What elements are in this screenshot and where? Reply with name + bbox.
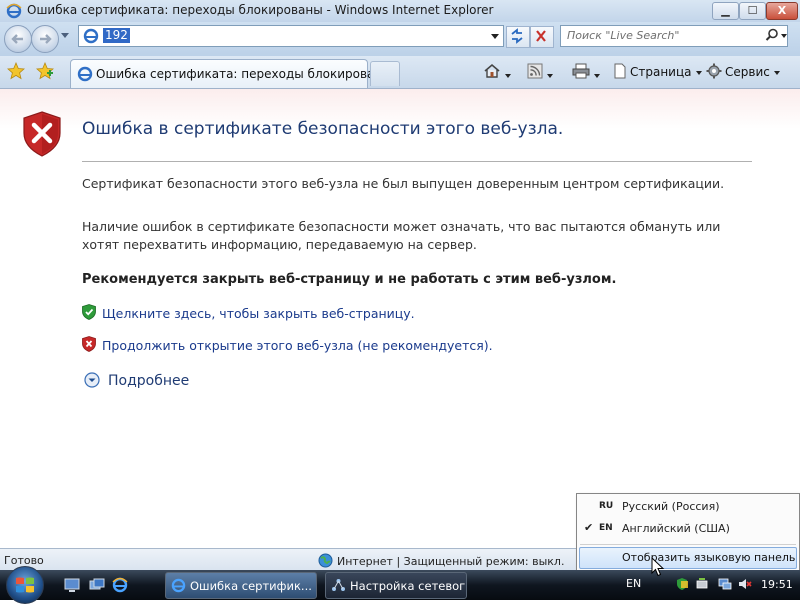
page-content: Ошибка в сертификате безопасности этого … (0, 89, 800, 548)
gear-icon (706, 63, 722, 79)
tools-menu-label: Сервис (725, 65, 770, 79)
feeds-icon (527, 63, 543, 79)
globe-icon (318, 553, 333, 568)
search-icon[interactable] (765, 28, 779, 42)
language-code: RU (599, 501, 614, 511)
internet-explorer-icon[interactable] (112, 577, 128, 593)
stop-icon (536, 30, 546, 42)
refresh-icon (511, 28, 523, 44)
green-shield-check-icon (82, 304, 96, 320)
page-title: Ошибка в сертификате безопасности этого … (82, 119, 564, 139)
window-title: Ошибка сертификата: переходы блокированы… (27, 3, 494, 17)
ie-icon (171, 578, 186, 593)
page-menu[interactable]: Страница (613, 63, 702, 81)
language-indicator[interactable]: EN (626, 577, 641, 590)
more-info-link[interactable]: Подробнее (84, 372, 189, 389)
address-row: 192 Поиск "Live Search" (0, 22, 800, 56)
tab-ie-icon (77, 66, 93, 82)
show-desktop-icon[interactable] (64, 577, 80, 593)
home-button[interactable] (483, 63, 511, 81)
more-info-label[interactable]: Подробнее (108, 373, 189, 389)
language-name: Русский (Россия) (622, 500, 720, 513)
page-menu-label: Страница (630, 65, 692, 79)
page-ie-icon (83, 28, 99, 44)
feeds-button[interactable] (527, 63, 553, 81)
mouse-cursor-icon (651, 557, 665, 577)
taskbar-item-network[interactable]: Настройка сетевог... (325, 572, 467, 599)
tab-label: Ошибка сертификата: переходы блокированы (96, 67, 392, 81)
continue-site-link-text[interactable]: Продолжить открытие этого веб-узла (не р… (102, 338, 493, 353)
address-bar[interactable]: 192 (78, 25, 504, 47)
address-dropdown[interactable] (491, 34, 499, 39)
search-options-dropdown[interactable] (781, 34, 787, 38)
tools-dropdown[interactable] (773, 70, 780, 75)
language-code: EN (599, 523, 613, 533)
switch-windows-icon[interactable] (89, 577, 105, 593)
language-item-en[interactable]: ✔ EN Английский (США) (577, 518, 799, 540)
tab-row: Ошибка сертификата: переходы блокированы… (0, 56, 800, 89)
print-dropdown[interactable] (594, 73, 600, 78)
close-window-button[interactable]: X (766, 2, 798, 20)
taskbar-item-label: Настройка сетевог... (350, 579, 467, 593)
forward-arrow-icon (40, 34, 52, 44)
taskbar-item-ie[interactable]: Ошибка сертифик... (165, 572, 317, 599)
new-tab-button[interactable] (370, 61, 400, 86)
language-item-ru[interactable]: RU Русский (Россия) (577, 496, 799, 518)
maximize-button[interactable]: ☐ (739, 2, 766, 20)
tab-certificate-error[interactable]: Ошибка сертификата: переходы блокированы (70, 59, 392, 88)
address-input[interactable]: 192 (103, 28, 130, 43)
recommendation-text: Рекомендуется закрыть веб-страницу и не … (82, 272, 617, 287)
continue-site-link[interactable]: Продолжить открытие этого веб-узла (не р… (82, 336, 493, 353)
title-divider (82, 161, 752, 162)
network-status-icon[interactable] (718, 577, 732, 591)
error-shield-icon (23, 111, 61, 157)
warning-paragraph: Наличие ошибок в сертификате безопасност… (82, 219, 721, 252)
print-button[interactable] (572, 63, 600, 81)
back-arrow-icon (11, 34, 23, 44)
show-language-bar-label: Отобразить языковую панель (622, 551, 796, 564)
add-favorite-icon[interactable] (36, 62, 54, 80)
red-shield-x-icon (82, 336, 96, 352)
chevron-down-circle-icon (84, 372, 100, 388)
forward-button[interactable] (31, 25, 59, 53)
back-button[interactable] (4, 25, 32, 53)
clock[interactable]: 19:51 (761, 578, 793, 591)
taskbar-item-label: Ошибка сертифик... (190, 579, 312, 593)
security-center-icon[interactable] (675, 577, 689, 591)
close-page-link[interactable]: Щелкните здесь, чтобы закрыть веб-страни… (82, 304, 415, 321)
search-box[interactable]: Поиск "Live Search" (560, 25, 788, 47)
ie-icon (6, 3, 22, 19)
taskbar: Ошибка сертифик... Настройка сетевог... … (0, 566, 800, 604)
home-icon (484, 63, 500, 78)
volume-muted-icon[interactable] (738, 577, 752, 591)
home-dropdown[interactable] (505, 73, 511, 78)
safely-remove-icon[interactable] (695, 577, 709, 591)
security-zone[interactable]: Интернет | Защищенный режим: выкл. (318, 553, 564, 568)
security-zone-label: Интернет | Защищенный режим: выкл. (337, 555, 565, 568)
language-menu: RU Русский (Россия) ✔ EN Английский (США… (576, 493, 800, 571)
favorites-star-icon[interactable] (7, 62, 25, 80)
page-icon (614, 63, 626, 79)
page-dropdown[interactable] (695, 70, 702, 75)
print-icon (572, 63, 590, 79)
search-input[interactable]: Поиск "Live Search" (567, 29, 679, 42)
show-language-bar-item[interactable]: Отобразить языковую панель (579, 547, 797, 569)
menu-divider (580, 544, 796, 545)
minimize-button[interactable]: ▁ (712, 2, 739, 20)
tools-menu[interactable]: Сервис (706, 63, 780, 81)
network-icon (332, 579, 345, 591)
start-button[interactable] (6, 566, 44, 604)
certificate-paragraph: Сертификат безопасности этого веб-узла н… (82, 176, 725, 191)
feeds-dropdown[interactable] (547, 73, 553, 78)
refresh-button[interactable] (506, 26, 530, 48)
title-bar: Ошибка сертификата: переходы блокированы… (0, 0, 800, 23)
recent-pages-dropdown[interactable] (61, 33, 69, 38)
windows-logo-icon (16, 577, 34, 593)
checkmark-icon: ✔ (584, 521, 594, 534)
close-page-link-text[interactable]: Щелкните здесь, чтобы закрыть веб-страни… (102, 306, 415, 321)
stop-button[interactable] (530, 26, 554, 48)
language-name: Английский (США) (622, 522, 730, 535)
